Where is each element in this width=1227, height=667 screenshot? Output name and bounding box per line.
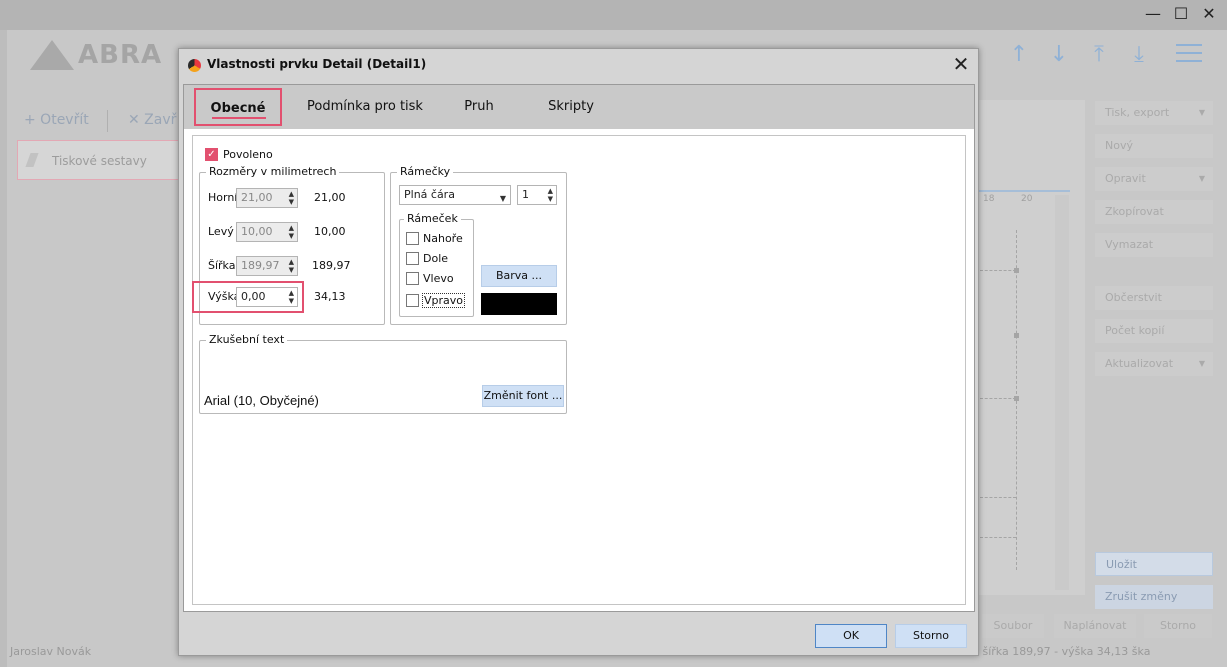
dialog-title: Vlastnosti prvku Detail (Detail1) (207, 57, 427, 71)
dialog-content-frame: Obecné Podmínka pro tisk Pruh Skripty ✓ … (183, 84, 975, 612)
arrow-down-icon[interactable]: ↓ (1046, 42, 1072, 70)
tab-skripty[interactable]: Skripty (536, 85, 606, 129)
tab-obecne[interactable]: Obecné (194, 88, 282, 126)
designer-scrollbar[interactable] (1055, 195, 1069, 590)
dimensions-group-title: Rozměry v milimetrech (206, 165, 340, 178)
update-button[interactable]: Aktualizovat ▼ (1095, 352, 1213, 376)
top-stepper[interactable]: 21,00 ▲ ▼ (236, 188, 298, 208)
cancel-button[interactable]: Storno (895, 624, 967, 648)
border-left-label: Vlevo (423, 272, 454, 285)
top-value: 21,00 (314, 191, 346, 204)
color-swatch (481, 293, 557, 315)
sample-text-title: Zkušební text (206, 333, 288, 346)
maximize-icon[interactable]: ☐ (1168, 2, 1194, 26)
band-marker[interactable] (1014, 268, 1019, 273)
width-value: 189,97 (312, 259, 351, 272)
border-top-checkbox[interactable] (406, 232, 419, 245)
left-toolbar: + Otevřít ✕ Zavř (20, 108, 180, 134)
minimize-icon[interactable]: — (1140, 2, 1166, 26)
border-right-checkbox[interactable] (406, 294, 419, 307)
tab-pruh[interactable]: Pruh (454, 85, 504, 129)
close-report-button[interactable]: ✕ Zavř (128, 112, 176, 128)
tab-podminka-pro-tisk[interactable]: Podmínka pro tisk (300, 85, 430, 129)
height-stepper[interactable]: 0,00 ▲ ▼ (236, 287, 298, 307)
dialog-titlebar: Vlastnosti prvku Detail (Detail1) ✕ (179, 49, 978, 79)
discard-changes-button[interactable]: Zrušit změny (1095, 585, 1213, 609)
open-button[interactable]: + Otevřít (24, 112, 89, 128)
schedule-button[interactable]: Naplánovat (1054, 614, 1136, 638)
line-width-stepper[interactable]: 1 ▲ ▼ (517, 185, 557, 205)
povoleno-label: Povoleno (223, 148, 273, 161)
border-left-checkbox[interactable] (406, 272, 419, 285)
line-style-select[interactable]: Plná čára ▼ (399, 185, 511, 205)
copy-button[interactable]: Zkopírovat (1095, 200, 1213, 224)
ok-button[interactable]: OK (815, 624, 887, 648)
border-bottom-label: Dole (423, 252, 449, 265)
border-bottom-checkbox[interactable] (406, 252, 419, 265)
height-value: 34,13 (314, 290, 346, 303)
logo-text: ABRA (78, 40, 163, 70)
band-guide (980, 270, 1016, 271)
copies-button[interactable]: Počet kopií (1095, 319, 1213, 343)
border-right-label: Vpravo (422, 293, 466, 308)
new-button[interactable]: Nový (1095, 134, 1213, 158)
top-label: Horní (208, 191, 238, 204)
left-stepper[interactable]: 10,00 ▲ ▼ (236, 222, 298, 242)
status-user: Jaroslav Novák (10, 645, 92, 658)
border-top-label: Nahoře (423, 232, 463, 245)
povoleno-checkbox[interactable]: ✓ (205, 148, 218, 161)
report-list-item[interactable]: Tiskové sestavy (17, 140, 180, 180)
sample-text-group: Zkušební text Arial (10, Obyčejné) Změni… (199, 333, 567, 414)
abra-logo: ABRA (20, 36, 170, 76)
app-cancel-button[interactable]: Storno (1144, 614, 1212, 638)
app-titlebar (0, 0, 1227, 30)
delete-button[interactable]: Vymazat (1095, 233, 1213, 257)
borders-group-title: Rámečky (397, 165, 454, 178)
close-window-icon[interactable]: ✕ (1196, 2, 1222, 26)
report-icon (25, 153, 39, 167)
edit-button[interactable]: Opravit ▼ (1095, 167, 1213, 191)
tab-content-obecne: ✓ Povoleno Rozměry v milimetrech Horní 2… (192, 135, 966, 605)
sample-font-text: Arial (10, Obyčejné) (204, 393, 319, 408)
band-guide (980, 497, 1016, 498)
ruler-tick-20: 20 (1021, 194, 1033, 204)
band-marker[interactable] (1014, 396, 1019, 401)
refresh-button[interactable]: Občerstvit (1095, 286, 1213, 310)
tab-bar: Obecné Podmínka pro tisk Pruh Skripty (184, 85, 974, 129)
width-stepper[interactable]: 189,97 ▲ ▼ (236, 256, 298, 276)
logo-mark-icon (30, 40, 74, 70)
left-label: Levý (208, 225, 234, 238)
arrow-up-icon[interactable]: ↑ (1006, 42, 1032, 70)
dimensions-group: Rozměry v milimetrech Horní 21,00 ▲ ▼ 21,0… (192, 165, 385, 325)
ruler-tick-18: 18 (983, 194, 995, 204)
toolbar-divider (107, 110, 108, 132)
save-button[interactable]: Uložit (1095, 552, 1213, 576)
border-sides-group: Rámeček Nahoře Dole Vlevo Vpravo (399, 212, 474, 317)
arrow-top-icon[interactable]: ⤒ (1086, 42, 1112, 70)
close-icon[interactable]: ✕ (947, 51, 975, 77)
width-label: Šířka (208, 259, 236, 272)
left-value: 10,00 (314, 225, 346, 238)
band-guide (980, 537, 1016, 538)
report-item-label: Tiskové sestavy (52, 154, 147, 168)
menu-icon[interactable] (1176, 44, 1202, 66)
color-button[interactable]: Barva ... (481, 265, 557, 287)
file-button[interactable]: Soubor (982, 614, 1044, 638)
band-guide (980, 398, 1016, 399)
change-font-button[interactable]: Změnit font ... (482, 385, 564, 407)
print-export-button[interactable]: Tisk, export ▼ (1095, 101, 1213, 125)
borders-group: Rámečky Plná čára ▼ 1 ▲ ▼ Rámeček Nahoře Do… (390, 165, 567, 325)
border-sides-title: Rámeček (404, 212, 461, 225)
abra-app-icon (188, 59, 201, 72)
band-marker[interactable] (1014, 333, 1019, 338)
arrow-bottom-icon[interactable]: ⤓ (1126, 42, 1152, 70)
status-dimensions: - šířka 189,97 - výška 34,13 ška (975, 645, 1151, 658)
properties-dialog: Vlastnosti prvku Detail (Detail1) ✕ Obec… (178, 48, 979, 656)
